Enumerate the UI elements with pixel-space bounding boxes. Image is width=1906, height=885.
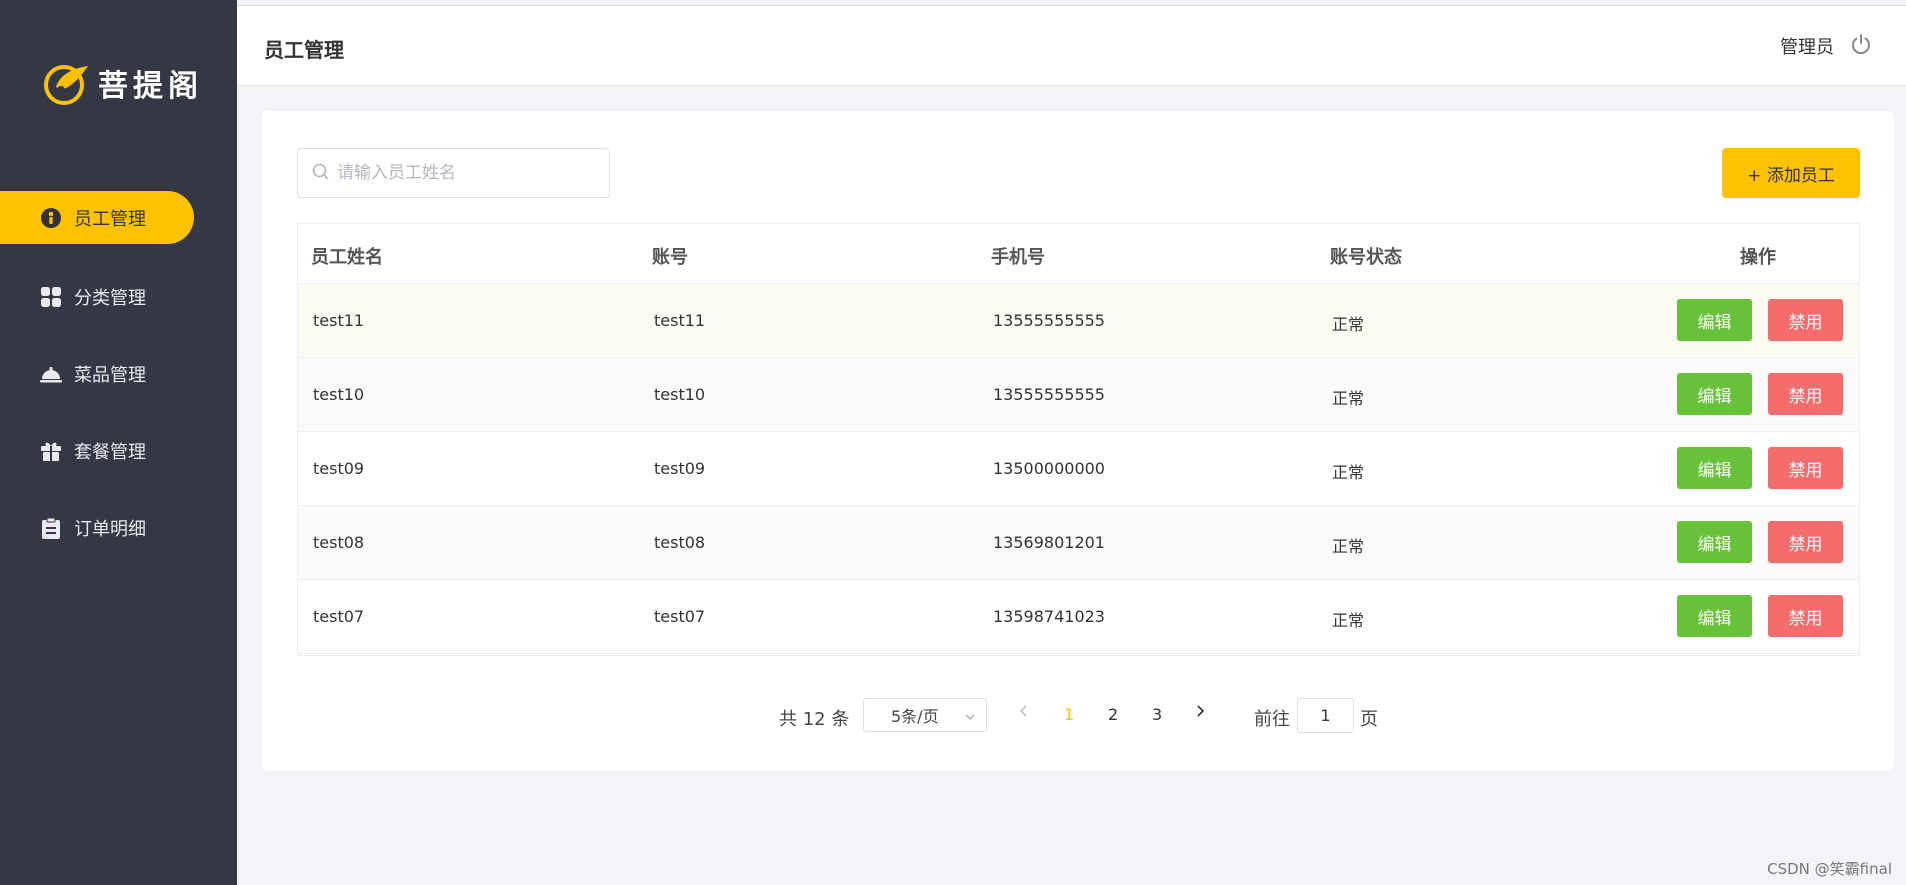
page-size-value: 5条/页 xyxy=(891,707,939,726)
edit-button[interactable]: 编辑 xyxy=(1677,447,1752,489)
cell-phone: 13500000000 xyxy=(993,459,1105,478)
next-page-button[interactable] xyxy=(1194,703,1206,723)
page-title: 员工管理 xyxy=(264,38,344,62)
sidebar-item-package[interactable]: 套餐管理 xyxy=(0,424,194,477)
watermark: CSDN @笑霸final xyxy=(1767,860,1892,878)
cell-status: 正常 xyxy=(1332,463,1365,482)
prev-page-button[interactable] xyxy=(1018,703,1030,723)
employee-table: 员工姓名 账号 手机号 账号状态 操作 test11 test11 135555… xyxy=(297,223,1860,656)
page-number-3[interactable]: 3 xyxy=(1152,705,1162,724)
cell-name: test09 xyxy=(313,459,365,478)
pagination-total: 共 12 条 xyxy=(779,709,850,730)
edit-button[interactable]: 编辑 xyxy=(1677,299,1752,341)
column-header-phone: 手机号 xyxy=(991,247,1045,268)
search-input[interactable] xyxy=(337,163,597,183)
clipboard-icon xyxy=(40,517,62,539)
edit-button[interactable]: 编辑 xyxy=(1677,595,1752,637)
pagination: 共 12 条 5条/页 1 2 3 前往 页 xyxy=(262,697,1894,733)
cell-status: 正常 xyxy=(1332,611,1365,630)
sidebar-item-label: 菜品管理 xyxy=(74,364,146,386)
cell-status: 正常 xyxy=(1332,315,1365,334)
sidebar-item-dish[interactable]: 菜品管理 xyxy=(0,347,194,400)
content-card: + 添加员工 员工姓名 账号 手机号 账号状态 操作 test11 test11… xyxy=(262,111,1894,771)
chevron-down-icon xyxy=(964,708,976,727)
sidebar-item-employee[interactable]: 员工管理 xyxy=(0,191,194,244)
table-header: 员工姓名 账号 手机号 账号状态 操作 xyxy=(298,224,1859,284)
sidebar-item-category[interactable]: 分类管理 xyxy=(0,270,194,323)
user-name: 管理员 xyxy=(1780,37,1834,58)
column-header-name: 员工姓名 xyxy=(311,247,383,268)
leaf-logo-icon xyxy=(42,60,92,106)
jump-prefix: 前往 xyxy=(1254,709,1290,730)
cell-name: test08 xyxy=(313,533,365,552)
sidebar-item-label: 订单明细 xyxy=(74,518,146,540)
sidebar: 菩提阁 员工管理 分类管理 菜品管理 套餐管理 订单明细 xyxy=(0,0,237,885)
page-number-2[interactable]: 2 xyxy=(1108,705,1118,724)
brand-logo: 菩提阁 xyxy=(42,60,203,106)
edit-button[interactable]: 编辑 xyxy=(1677,521,1752,563)
cell-account: test08 xyxy=(654,533,706,552)
page-jump-input[interactable] xyxy=(1297,698,1354,733)
column-header-account: 账号 xyxy=(652,247,688,268)
page-number-1[interactable]: 1 xyxy=(1064,705,1074,724)
add-employee-button[interactable]: + 添加员工 xyxy=(1722,148,1860,198)
search-box[interactable] xyxy=(297,148,610,198)
cell-status: 正常 xyxy=(1332,389,1365,408)
cell-phone: 13555555555 xyxy=(993,385,1105,404)
table-row: test11 test11 13555555555 正常 编辑 禁用 xyxy=(298,284,1859,358)
jump-suffix: 页 xyxy=(1360,709,1378,730)
category-grid-icon xyxy=(40,286,62,308)
cell-phone: 13569801201 xyxy=(993,533,1105,552)
sidebar-item-orders[interactable]: 订单明细 xyxy=(0,501,194,554)
cell-account: test10 xyxy=(654,385,706,404)
table-row: test09 test09 13500000000 正常 编辑 禁用 xyxy=(298,432,1859,506)
table-row: test07 test07 13598741023 正常 编辑 禁用 xyxy=(298,580,1859,654)
cell-account: test11 xyxy=(654,311,706,330)
cell-name: test10 xyxy=(313,385,365,404)
disable-button[interactable]: 禁用 xyxy=(1768,373,1843,415)
cell-account: test09 xyxy=(654,459,706,478)
table-row: test08 test08 13569801201 正常 编辑 禁用 xyxy=(298,506,1859,580)
cell-phone: 13598741023 xyxy=(993,607,1105,626)
disable-button[interactable]: 禁用 xyxy=(1768,299,1843,341)
dish-cloche-icon xyxy=(40,363,62,385)
cell-name: test07 xyxy=(313,607,365,626)
disable-button[interactable]: 禁用 xyxy=(1768,447,1843,489)
table-row: test10 test10 13555555555 正常 编辑 禁用 xyxy=(298,358,1859,432)
column-header-actions: 操作 xyxy=(1740,247,1776,268)
power-icon[interactable] xyxy=(1850,33,1872,59)
employee-icon xyxy=(40,207,62,229)
cell-name: test11 xyxy=(313,311,365,330)
disable-button[interactable]: 禁用 xyxy=(1768,595,1843,637)
edit-button[interactable]: 编辑 xyxy=(1677,373,1752,415)
sidebar-item-label: 员工管理 xyxy=(74,208,146,230)
top-header: 员工管理 管理员 xyxy=(237,5,1906,86)
search-icon xyxy=(312,163,329,184)
brand-name: 菩提阁 xyxy=(98,69,203,104)
sidebar-item-label: 分类管理 xyxy=(74,287,146,309)
page-size-select[interactable]: 5条/页 xyxy=(863,698,987,732)
cell-phone: 13555555555 xyxy=(993,311,1105,330)
column-header-status: 账号状态 xyxy=(1330,247,1402,268)
disable-button[interactable]: 禁用 xyxy=(1768,521,1843,563)
user-area: 管理员 xyxy=(1780,33,1872,59)
cell-status: 正常 xyxy=(1332,537,1365,556)
sidebar-item-label: 套餐管理 xyxy=(74,441,146,463)
cell-account: test07 xyxy=(654,607,706,626)
gift-package-icon xyxy=(40,440,62,462)
